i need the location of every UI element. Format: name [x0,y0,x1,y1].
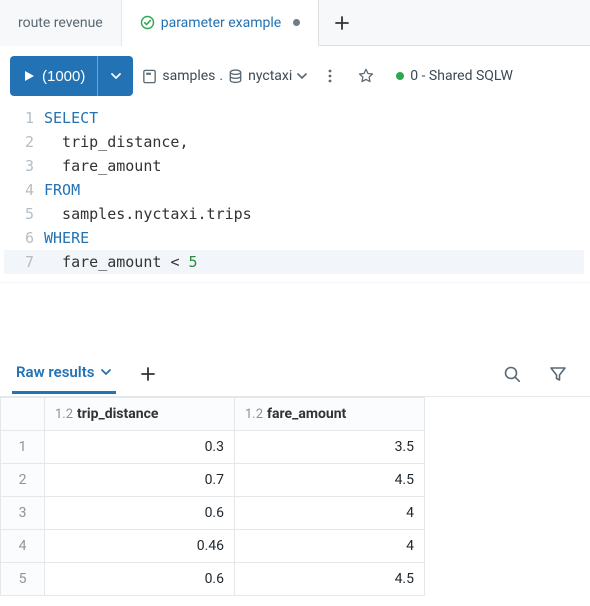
cell-value: 4 [235,497,425,530]
cell-value: 4.5 [235,563,425,596]
catalog-label: samples [162,68,215,84]
results-tab-label: Raw results [16,363,94,381]
column-type: 1.2 [245,407,263,422]
toolbar: (1000) samples . nyctaxi 0 - Shared SQLW [0,46,590,106]
catalog-picker[interactable]: samples . nyctaxi [141,68,308,85]
chevron-down-icon [100,366,112,378]
sql-editor[interactable]: 1SELECT2 trip_distance,3 fare_amount4FRO… [0,106,590,282]
table-row[interactable]: 50.64.5 [1,563,425,596]
code-content: WHERE [44,226,89,250]
filter-icon [548,364,568,384]
row-number: 5 [1,563,45,596]
code-content: fare_amount [44,154,161,178]
play-icon [22,69,36,83]
editor-line[interactable]: 2 trip_distance, [4,130,584,154]
tab-bar: route revenue parameter example [0,0,590,46]
star-icon [357,67,375,85]
line-number: 5 [4,202,44,226]
cell-value: 0.46 [45,530,235,563]
line-number: 3 [4,154,44,178]
row-number: 3 [1,497,45,530]
cluster-picker[interactable]: 0 - Shared SQLW [388,68,521,84]
tab-route-revenue[interactable]: route revenue [0,0,122,46]
results-tab[interactable]: Raw results [12,363,116,394]
cell-value: 4.5 [235,464,425,497]
cluster-label: 0 - Shared SQLW [410,68,513,84]
chevron-down-icon [110,70,122,82]
results-table-wrap: 1.2trip_distance 1.2fare_amount 10.33.52… [0,396,590,596]
table-row[interactable]: 10.33.5 [1,431,425,464]
tab-parameter-example[interactable]: parameter example [122,0,319,46]
catalog-ellipsis: . [219,68,223,84]
database-icon [227,68,244,85]
editor-line[interactable]: 7 fare_amount < 5 [4,250,584,274]
code-content: FROM [44,178,80,202]
cell-value: 0.3 [45,431,235,464]
column-name: fare_amount [267,406,346,422]
column-header-fare-amount[interactable]: 1.2 fare_amount [235,398,425,431]
line-number: 1 [4,106,44,130]
column-name: trip_distance [77,406,158,422]
run-button-group: (1000) [10,56,133,96]
filter-results-button[interactable] [544,360,572,388]
editor-line[interactable]: 6WHERE [4,226,584,250]
unsaved-dot-icon [293,19,300,26]
search-icon [502,364,522,384]
tab-label: route revenue [18,15,103,31]
code-content: samples.nyctaxi.trips [44,202,252,226]
column-header-trip-distance[interactable]: 1.2 trip_distance [45,398,235,431]
row-number: 4 [1,530,45,563]
cell-value: 4 [235,530,425,563]
line-number: 4 [4,178,44,202]
line-number: 7 [4,250,44,274]
check-circle-icon [140,15,155,30]
editor-line[interactable]: 1SELECT [4,106,584,130]
line-number: 6 [4,226,44,250]
code-content: trip_distance, [44,130,189,154]
table-row[interactable]: 40.464 [1,530,425,563]
plus-icon [139,365,157,383]
cell-value: 0.7 [45,464,235,497]
kebab-menu-button[interactable] [316,62,344,90]
column-type: 1.2 [55,407,73,422]
add-tab-button[interactable] [319,14,365,32]
kebab-icon [322,68,338,84]
results-bar: Raw results [0,352,590,396]
line-number: 2 [4,130,44,154]
search-results-button[interactable] [498,360,526,388]
schema-label: nyctaxi [248,68,292,84]
table-row[interactable]: 30.64 [1,497,425,530]
cell-value: 3.5 [235,431,425,464]
run-limit-label: (1000) [42,68,85,85]
code-content: SELECT [44,106,98,130]
results-table: 1.2trip_distance 1.2fare_amount 10.33.52… [0,397,425,596]
chevron-down-icon [296,70,308,82]
favorite-button[interactable] [352,62,380,90]
editor-line[interactable]: 4FROM [4,178,584,202]
editor-line[interactable]: 3 fare_amount [4,154,584,178]
catalog-icon [141,68,158,85]
row-number: 1 [1,431,45,464]
run-dropdown-button[interactable] [97,56,133,96]
row-number-header [1,398,45,431]
cell-value: 0.6 [45,497,235,530]
cell-value: 0.6 [45,563,235,596]
code-content: fare_amount < 5 [44,250,198,274]
editor-line[interactable]: 5 samples.nyctaxi.trips [4,202,584,226]
add-visualization-button[interactable] [134,365,162,391]
run-button[interactable]: (1000) [10,56,97,96]
row-number: 2 [1,464,45,497]
status-dot-icon [396,72,404,80]
tab-label: parameter example [161,15,281,31]
editor-results-divider [0,282,590,352]
table-row[interactable]: 20.74.5 [1,464,425,497]
